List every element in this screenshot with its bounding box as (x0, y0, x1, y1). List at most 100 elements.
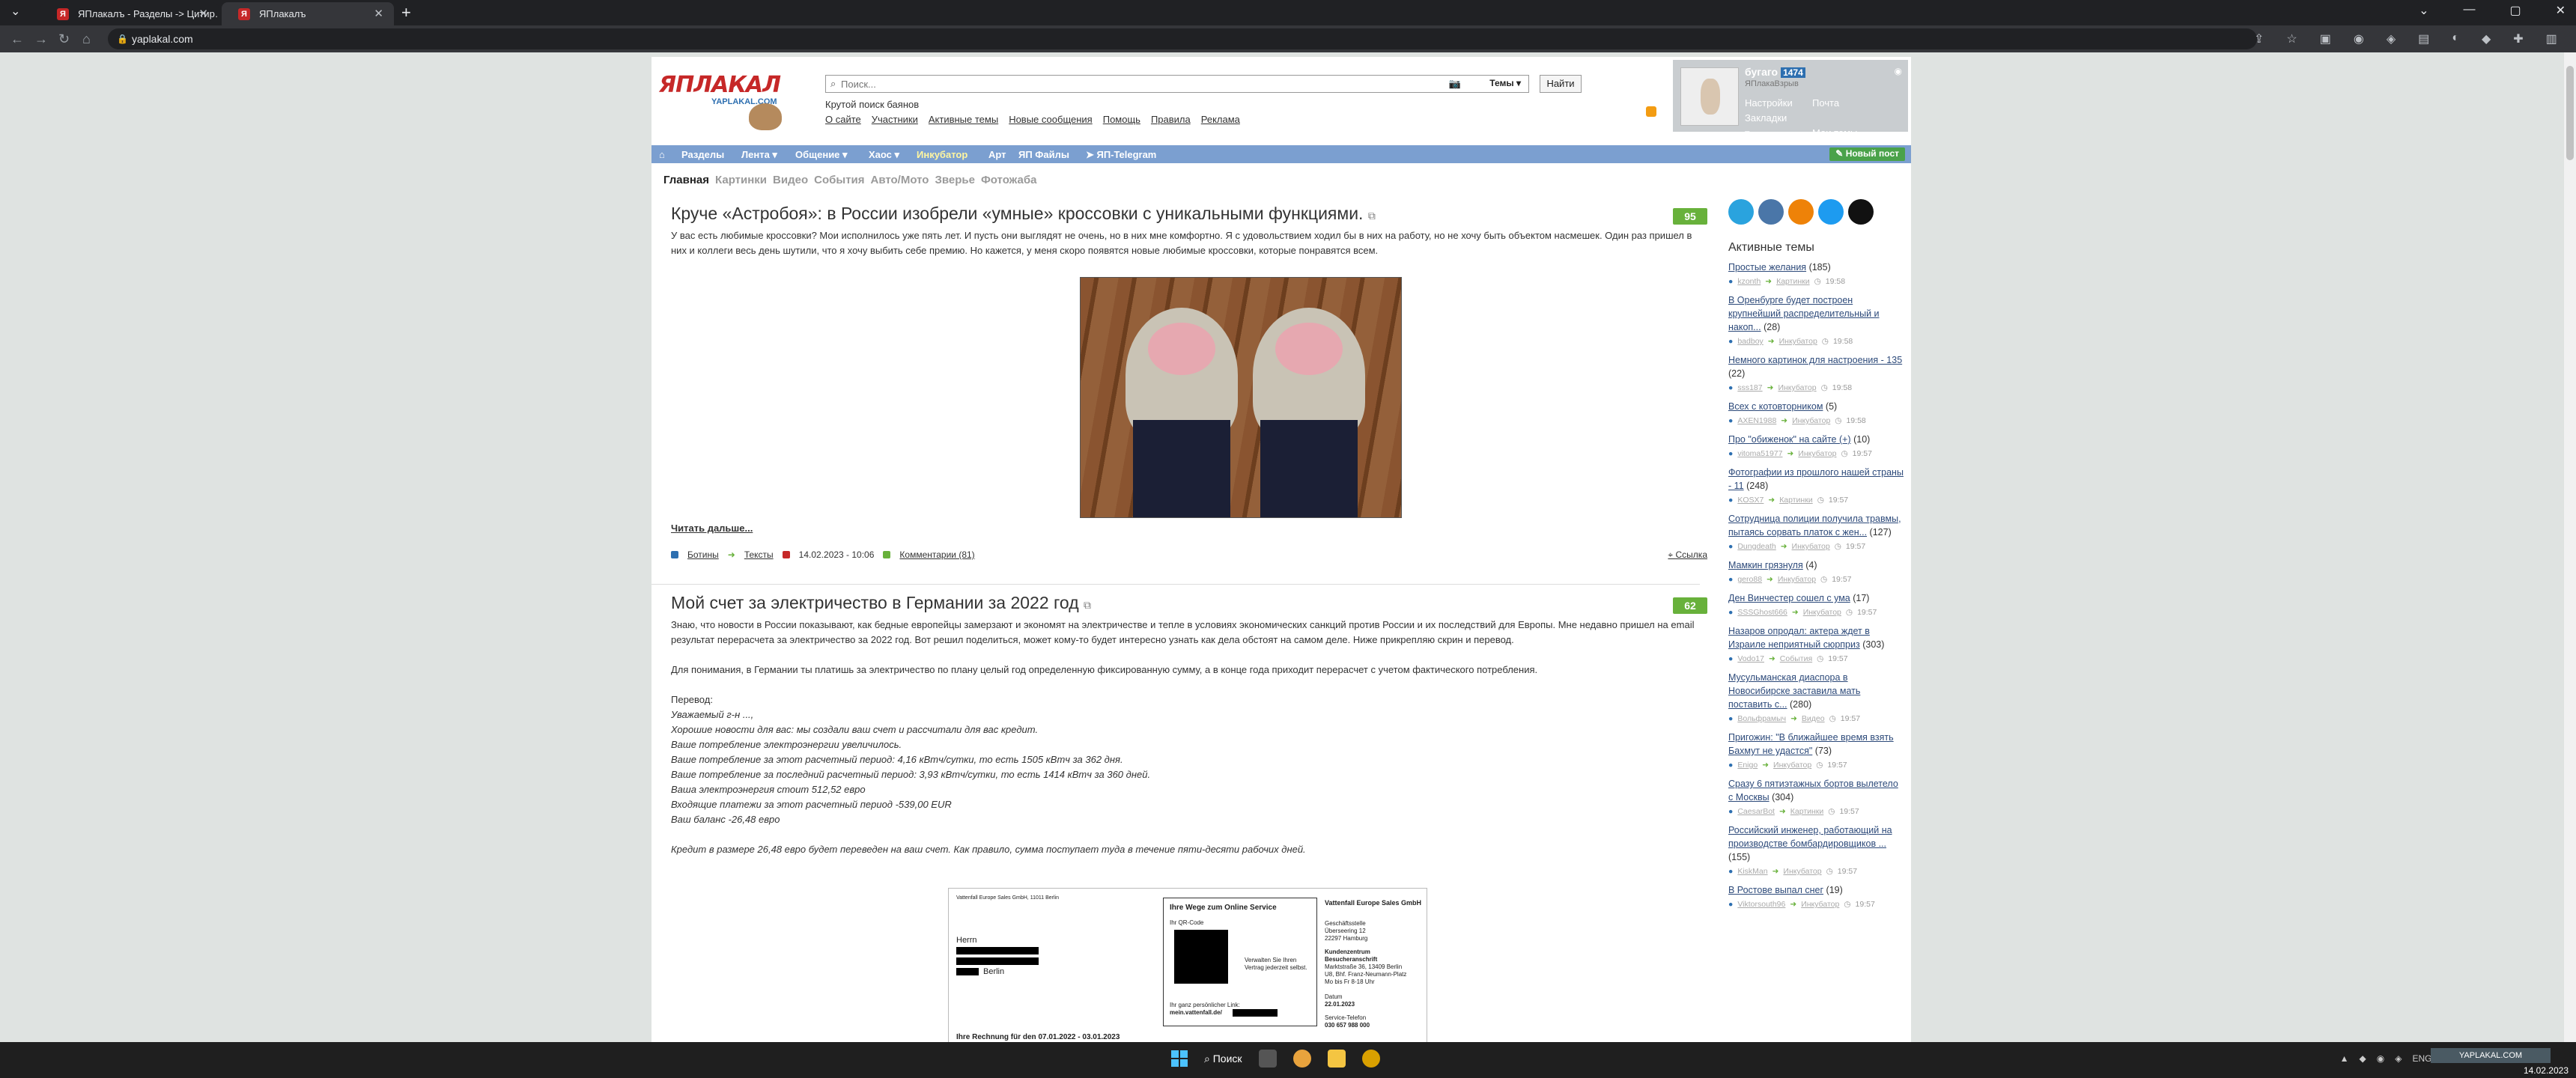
link-new-messages[interactable]: Новые сообщения (1009, 114, 1093, 125)
topic-user[interactable]: Dungdeath (1737, 540, 1775, 552)
topic-user[interactable]: vitoma51977 (1737, 448, 1782, 460)
nav-communication[interactable]: Общение ▾ (795, 149, 848, 161)
topic-user[interactable]: Vodo17 (1737, 653, 1764, 665)
topic-section[interactable]: Картинки (1779, 494, 1813, 506)
extension-icon[interactable]: ▤ (2418, 31, 2429, 46)
close-tab-icon[interactable]: ✕ (374, 2, 383, 25)
nav-feed[interactable]: Лента ▾ (741, 149, 777, 161)
topic-user[interactable]: Вольфрамыч (1737, 713, 1786, 725)
topic-section[interactable]: Инкубатор (1792, 415, 1830, 427)
collapse-icon[interactable]: ◉ (1895, 66, 1902, 76)
extension-icon[interactable]: ◈ (2387, 31, 2396, 46)
odnoklassniki-icon[interactable] (1788, 199, 1814, 225)
external-link-icon[interactable]: ⧉ (1368, 210, 1376, 222)
language-indicator[interactable]: ENG (2412, 1053, 2431, 1064)
tab-events[interactable]: События (814, 174, 864, 186)
permalink[interactable]: ⌖ Ссылка (1668, 549, 1707, 561)
close-tab-icon[interactable]: ✕ (198, 2, 208, 25)
post-title[interactable]: Мой счет за электричество в Германии за … (671, 593, 1707, 613)
tray-icon[interactable]: ◉ (2377, 1053, 2384, 1064)
post-image[interactable] (1080, 277, 1402, 518)
topic-section[interactable]: Инкубатор (1783, 865, 1821, 877)
new-tab-button[interactable]: + (401, 4, 411, 22)
bookmark-star-icon[interactable]: ☆ (2286, 31, 2297, 46)
topic-user[interactable]: sss187 (1737, 382, 1762, 394)
topic-section[interactable]: События (1780, 653, 1812, 665)
topic-section[interactable]: Видео (1802, 713, 1825, 725)
search-input[interactable] (841, 77, 1455, 91)
topic-title[interactable]: Мамкин грязнуля (1728, 560, 1803, 570)
puzzle-icon[interactable]: ✚ (2513, 31, 2523, 46)
topic-user[interactable]: SSSGhost666 (1737, 606, 1787, 618)
chrome-icon[interactable] (1292, 1050, 1311, 1068)
url-field[interactable]: 🔒 yaplakal.com (108, 28, 2257, 49)
twitter-icon[interactable] (1818, 199, 1844, 225)
link-my-topics[interactable]: Мои темы (1812, 126, 1880, 141)
telegram-icon[interactable] (1728, 199, 1754, 225)
topic-title[interactable]: Сразу 6 пятиэтажных бортов вылетело с Мо… (1728, 779, 1898, 803)
sidebar-icon[interactable]: ▥ (2546, 31, 2557, 46)
tab-auto[interactable]: Авто/Мото (871, 174, 929, 186)
nav-chaos[interactable]: Хаос ▾ (869, 149, 899, 161)
camera-icon[interactable]: 📷 (1449, 78, 1461, 90)
external-link-icon[interactable]: ⧉ (1084, 599, 1091, 611)
topic-user[interactable]: KOSX7 (1737, 494, 1764, 506)
topic-user[interactable]: AXEN1988 (1737, 415, 1776, 427)
topic-title[interactable]: Всех с котовторником (1728, 401, 1823, 412)
topic-title[interactable]: Назаров опродал: актера ждет в Израиле н… (1728, 626, 1870, 650)
topic-section[interactable]: Инкубатор (1801, 898, 1839, 910)
topic-user[interactable]: KiskMan (1737, 865, 1767, 877)
topic-user[interactable]: Viktorsouth96 (1737, 898, 1785, 910)
topic-title[interactable]: Ден Винчестер сошел с ума (1728, 593, 1850, 603)
link-rules[interactable]: Правила (1151, 114, 1191, 125)
app-icon[interactable] (1361, 1050, 1380, 1068)
back-icon[interactable]: ← (10, 31, 24, 47)
topic-title[interactable]: Немного картинок для настроения - 135 (1728, 355, 1902, 365)
reload-icon[interactable]: ↻ (58, 31, 70, 47)
tray-icon[interactable]: ◈ (2395, 1053, 2402, 1064)
nav-incubator[interactable]: Инкубатор (917, 149, 967, 160)
topic-user[interactable]: badboy (1737, 335, 1763, 347)
rss-icon[interactable] (1646, 106, 1656, 117)
topic-section[interactable]: Картинки (1776, 275, 1810, 287)
topic-title[interactable]: В Ростове выпал снег (1728, 885, 1823, 895)
link-ads[interactable]: Реклама (1201, 114, 1240, 125)
topic-title[interactable]: Про "обиженок" на сайте (+) (1728, 434, 1851, 445)
user-name[interactable]: бугаго 1474 (1745, 66, 1805, 78)
browser-tab-active[interactable]: Я ЯПлакалъ ✕ (222, 2, 394, 25)
bill-image[interactable]: Vattenfall Europe Sales GmbH, 11011 Berl… (948, 888, 1427, 1042)
tab-photoshop[interactable]: Фотожаба (981, 174, 1036, 186)
extension-icon[interactable]: ▣ (2320, 31, 2331, 46)
topic-user[interactable]: Enigo (1737, 759, 1758, 771)
tray-icon[interactable]: ◆ (2360, 1053, 2366, 1064)
topic-title[interactable]: Пригожин: "В ближайшее время взять Бахму… (1728, 732, 1894, 756)
nav-art[interactable]: Арт (988, 149, 1006, 160)
topic-user[interactable]: CaesarBot (1737, 806, 1775, 817)
tab-search-icon[interactable]: ⌄ (10, 4, 20, 19)
post-author[interactable]: Ботины (687, 549, 719, 560)
topic-section[interactable]: Инкубатор (1792, 540, 1830, 552)
scroll-thumb[interactable] (2566, 66, 2574, 160)
topic-user[interactable]: kzonth (1737, 275, 1761, 287)
nav-sections[interactable]: Разделы (681, 149, 724, 160)
site-logo[interactable]: ЯПЛАКАЛ YAPLAKAL.COM (659, 72, 809, 130)
close-window-icon[interactable]: ✕ (2556, 3, 2566, 18)
comments-link[interactable]: Комментарии (81) (899, 549, 974, 560)
nav-files[interactable]: ЯП Файлы (1018, 149, 1069, 160)
link-active-topics[interactable]: Активные темы (929, 114, 998, 125)
file-explorer-icon[interactable] (1327, 1050, 1346, 1068)
browser-tab[interactable]: Я ЯПлакалъ - Разделы -> Цитир… ✕ (40, 2, 219, 25)
topic-section[interactable]: Картинки (1790, 806, 1824, 817)
windows-start-icon[interactable] (1171, 1050, 1188, 1067)
topic-section[interactable]: Инкубатор (1798, 448, 1836, 460)
new-post-button[interactable]: ✎ Новый пост (1829, 147, 1905, 161)
link-help[interactable]: Помощь (1103, 114, 1140, 125)
forward-icon[interactable]: → (34, 31, 48, 47)
lock-icon[interactable]: 🔒 (117, 28, 128, 49)
link-settings[interactable]: Настройки (1745, 96, 1812, 111)
vk-icon[interactable] (1758, 199, 1784, 225)
clock[interactable]: YAPLAKAL.COM 14.02.2023 (2431, 1048, 2569, 1077)
link-mail[interactable]: Почта (1812, 96, 1880, 111)
topic-section[interactable]: Инкубатор (1803, 606, 1841, 618)
extension-icon[interactable]: ◉ (2354, 31, 2364, 46)
